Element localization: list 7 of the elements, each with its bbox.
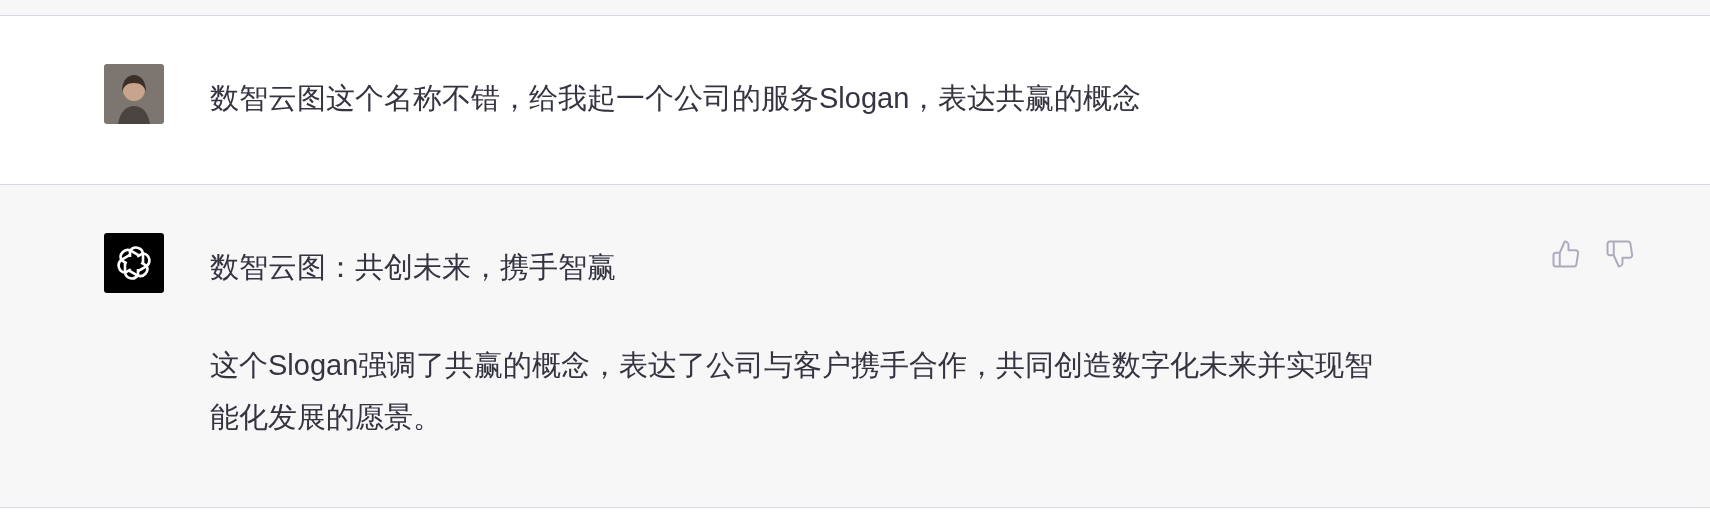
assistant-logo [104, 233, 164, 293]
thumbs-up-icon[interactable] [1551, 239, 1581, 269]
message-text: 这个Slogan强调了共赢的概念，表达了公司与客户携手合作，共同创造数字化未来并实现智能化发展的愿景。 [210, 348, 1375, 435]
message-text: 数智云图：共创未来，携手智赢 [210, 250, 617, 285]
user-avatar [104, 64, 164, 124]
thumbs-down-icon[interactable] [1605, 239, 1635, 269]
message-text: 数智云图这个名称不错，给我起一个公司的服务Slogan，表达共赢的概念 [210, 81, 1143, 116]
